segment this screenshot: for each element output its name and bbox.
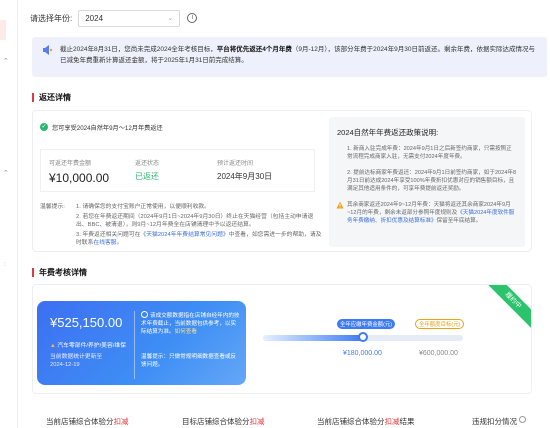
sidebar-dot: : xyxy=(4,262,6,268)
target-value: ¥600,000.00 xyxy=(419,350,458,357)
stat-value: ¥10,000.00 xyxy=(49,171,110,185)
score-col-2: 目标店铺综合体验分扣减 xyxy=(182,416,265,427)
stat-value: 已返还 xyxy=(135,172,159,181)
how-to-view-link[interactable]: 如何查看 xyxy=(175,329,197,335)
stat-status: 返还状态 已返还 xyxy=(135,158,159,182)
update-date: 2024-12-19 xyxy=(50,362,80,368)
note-item: 3. 年费返还相关问题可在《天猫2024年年费结算常见问题》中查看，如您需进一步… xyxy=(76,231,324,248)
stat-value: 2024年9月30日 xyxy=(217,172,273,181)
score-text: 当前店铺综合体验分 xyxy=(46,417,114,426)
warning-icon xyxy=(336,201,344,209)
fee-card: 履约中 ¥525,150.00 ▲ 汽车零部件/养护/美容/维保 当前数据统计更… xyxy=(32,284,532,394)
stat-time: 预计返还时间 2024年9月30日 xyxy=(217,158,272,182)
score-col-1: 当前店铺综合体验分扣减 xyxy=(46,416,129,427)
update-label: 当前数据统计更新至 xyxy=(50,354,103,360)
left-sidebar: ⌃ ⌃ : xyxy=(0,0,17,428)
faq-link[interactable]: 《天猫2024年年费结算常见问题》 xyxy=(140,232,228,238)
notice-banner: 截止2024年8月31日，您尚未完成2024全年考核目标，平台将优先返还4个月年… xyxy=(32,37,547,77)
notes-label: 温馨提示: xyxy=(40,204,65,210)
stat-amount: 可返还年费金额 ¥10,000.00 xyxy=(49,158,109,185)
target-label: 全年额度目标(元) xyxy=(415,319,465,329)
rebate-status-text: 您可享受2024自然年9月～12月年费返还 xyxy=(52,124,163,132)
policy-item: 2. 提前达标商家年费返还：2024年9月1日前签约商家，如于2024年8月31… xyxy=(347,170,517,192)
fee-section-title: 年费考核详情 xyxy=(32,268,87,277)
check-circle-icon: ✓ xyxy=(40,123,48,131)
fee-tip: 温馨提示：只做常规明细数据查看或反馈问题。 xyxy=(141,354,237,368)
progress-knob xyxy=(358,332,368,342)
megaphone-icon xyxy=(43,45,53,55)
rebate-card: ✓ 您可享受2024自然年9月～12月年费返还 可返还年费金额 ¥10,000.… xyxy=(32,110,532,252)
policy-title: 2024自然年年费返还政策说明: xyxy=(337,128,439,137)
score-highlight: 扣减 xyxy=(249,417,265,426)
fee-progress: 全年应缴年费金额(元) 全年额度目标(元) ¥180,000.00 ¥600,0… xyxy=(263,315,465,375)
info-circle-icon[interactable] xyxy=(519,416,526,423)
note-text: 。 xyxy=(116,240,123,246)
notice-text: 截止2024年8月31日，您尚未完成2024全年考核目标， xyxy=(60,46,217,53)
policy-item: 其余商家返还2024年9~12月年费：天猫将返还其余商家2024年9月~12月的… xyxy=(336,201,517,225)
year-label: 请选择年份: xyxy=(30,13,73,23)
progress-fill xyxy=(263,335,363,341)
score-col-4: 违规扣分情况 xyxy=(472,416,526,427)
info-icon[interactable]: i xyxy=(187,13,198,23)
notice-bold: 平台将优先返还4个月年费 xyxy=(216,46,292,53)
fee-explain: 该成交额数据指在店铺自经年内的技术年费截止，当前数据包供参考，以实际结算为准。如… xyxy=(141,311,241,336)
current-value: ¥180,000.00 xyxy=(343,350,382,357)
chevron-up-icon[interactable]: ⌃ xyxy=(3,170,9,177)
score-highlight: 扣减 xyxy=(113,417,129,426)
chevron-up-icon[interactable]: ⌃ xyxy=(3,58,9,65)
score-text: 结果 xyxy=(399,417,415,426)
fire-icon: ▲ xyxy=(50,343,56,349)
info-circle-icon xyxy=(141,311,148,318)
category-tag: ▲ 汽车零部件/养护/美容/维保 xyxy=(50,340,126,349)
policy-item: 1. 新商入驻完成年费：2024年9月1日之后新签约商家，只需按照正常流程完成商… xyxy=(347,146,512,160)
rebate-details: ✓ 您可享受2024自然年9月～12月年费返还 可返还年费金额 ¥10,000.… xyxy=(40,119,321,246)
score-text: 当前店铺综合体验分 xyxy=(317,417,385,426)
stat-label: 可返还年费金额 xyxy=(49,161,92,167)
update-info: 当前数据统计更新至 2024-12-19 xyxy=(50,353,102,369)
year-filter: 请选择年份: 2024 ⌄ i xyxy=(30,9,198,27)
rebate-stats: 可返还年费金额 ¥10,000.00 返还状态 已返还 预计返还时间 2024年… xyxy=(40,149,315,192)
category-text: 汽车零部件/养护/美容/维保 xyxy=(57,343,126,349)
stat-label: 返还状态 xyxy=(135,161,160,167)
note-item: 1. 请确保您的支付宝账户正常使用，以便顺利收款。 xyxy=(76,204,210,210)
sidebar-active-marker xyxy=(0,20,6,40)
stat-label: 预计返还时间 xyxy=(217,161,254,167)
chevron-down-icon: ⌄ xyxy=(167,15,174,22)
status-ribbon: 履约中 xyxy=(485,285,531,328)
score-text: 违规扣分情况 xyxy=(472,417,517,426)
policy-text: 保留至年底结算。 xyxy=(436,218,482,224)
fee-summary-card: ¥525,150.00 ▲ 汽车零部件/养护/美容/维保 当前数据统计更新至 2… xyxy=(37,301,246,385)
fee-amount: ¥525,150.00 xyxy=(50,315,123,330)
policy-panel: 2024自然年年费返还政策说明: 1. 新商入驻完成年费：2024年9月1日之后… xyxy=(329,117,525,247)
divider xyxy=(134,311,135,379)
rebate-status: ✓ 您可享受2024自然年9月～12月年费返还 xyxy=(40,119,315,135)
note-item: 2. 若您在年费返还期间（2024年9月1日~2024年9月30日）终止在天猫经… xyxy=(76,213,314,229)
note-text: 3. 年费返还相关问题可在 xyxy=(76,231,141,238)
rebate-section-title: 返还详情 xyxy=(32,93,71,102)
main-content: 请选择年份: 2024 ⌄ i 截止2024年8月31日，您尚未完成2024全年… xyxy=(17,0,550,428)
year-select[interactable]: 2024 ⌄ xyxy=(78,9,181,27)
customer-service-link[interactable]: 在线客服 xyxy=(93,240,116,246)
current-label: 全年应缴年费金额(元) xyxy=(337,319,396,329)
score-col-3: 当前店铺综合体验分扣减结果 xyxy=(317,416,415,427)
notes-list: 1. 请确保您的支付宝账户正常使用，以便顺利收款。 2. 若您在年费返还期间（2… xyxy=(76,203,324,249)
score-text: 目标店铺综合体验分 xyxy=(182,417,250,426)
score-highlight: 扣减 xyxy=(384,417,400,426)
year-value: 2024 xyxy=(85,13,104,23)
